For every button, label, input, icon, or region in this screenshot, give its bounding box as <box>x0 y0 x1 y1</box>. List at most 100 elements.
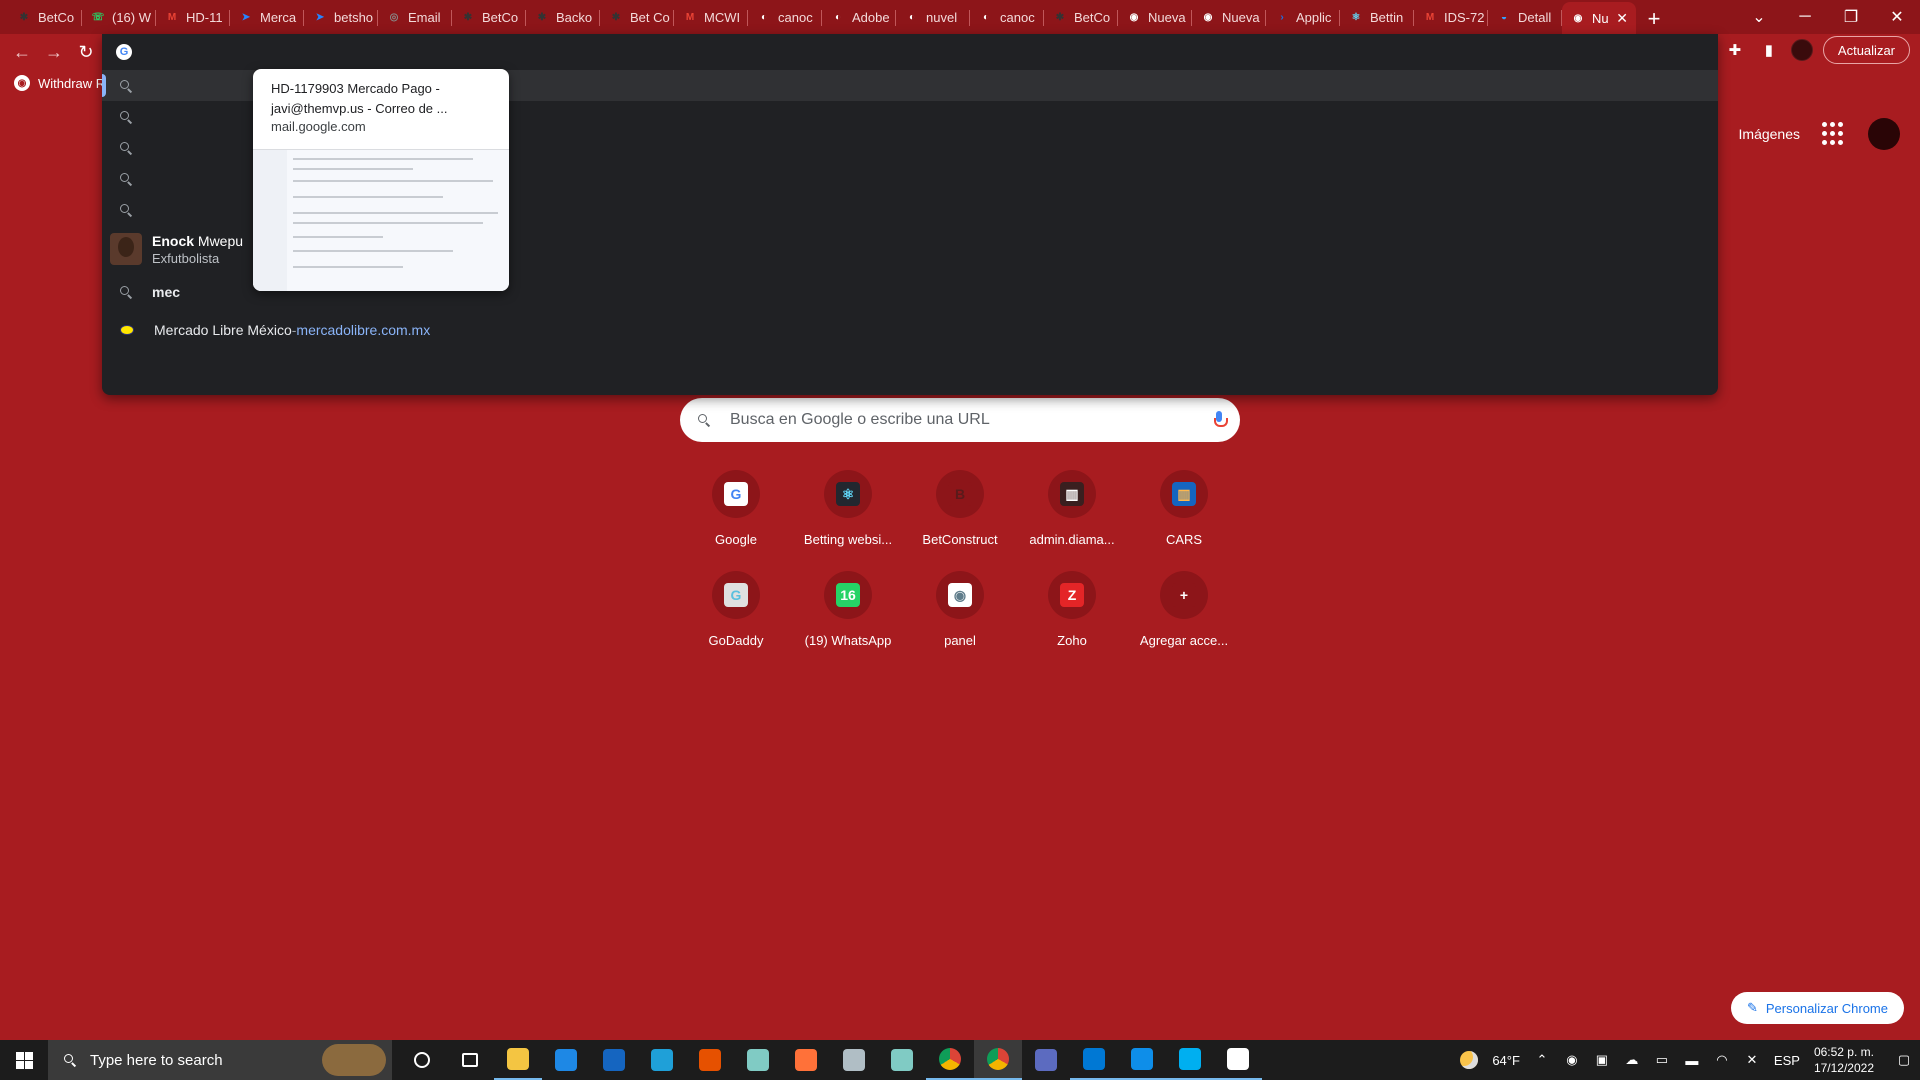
browser-tab[interactable]: M MCWI <box>674 2 748 32</box>
shortcut-tile[interactable]: G Google <box>680 470 792 547</box>
taskbar-app-skype-icon[interactable] <box>1166 1040 1214 1080</box>
shortcut-tile[interactable]: ◉ panel <box>904 571 1016 648</box>
shortcut-tile[interactable]: + Agregar acce... <box>1128 571 1240 648</box>
weather-icon[interactable] <box>1460 1051 1479 1069</box>
taskbar-app-firefox-icon[interactable] <box>782 1040 830 1080</box>
taskbar-app-file-explorer-icon[interactable] <box>494 1040 542 1080</box>
reload-button[interactable]: ↻ <box>70 36 102 68</box>
ntp-search-input[interactable] <box>730 411 1214 429</box>
update-button[interactable]: Actualizar <box>1822 36 1910 64</box>
bookmark-favicon-icon: ◉ <box>14 75 30 91</box>
browser-tab[interactable]: ◐ nuvel <box>896 2 970 32</box>
taskbar-app-office-icon[interactable] <box>686 1040 734 1080</box>
forward-button[interactable]: → <box>38 36 70 68</box>
taskbar-search[interactable]: Type here to search <box>48 1040 392 1080</box>
taskbar-app-chrome-icon[interactable] <box>926 1040 974 1080</box>
customize-chrome-button[interactable]: ✎ Personalizar Chrome <box>1730 992 1904 1024</box>
browser-tab[interactable]: ⚛ Bettin <box>1340 2 1414 32</box>
google-account-avatar[interactable] <box>1868 118 1900 150</box>
taskbar-app-betconstruct-icon[interactable] <box>1214 1040 1262 1080</box>
battery-icon[interactable]: ▬ <box>1684 1052 1700 1068</box>
google-apps-icon[interactable] <box>1822 122 1846 146</box>
browser-tab[interactable]: ✱ BetCo <box>8 2 82 32</box>
tab-search-dropdown-icon[interactable]: ⌄ <box>1736 0 1782 34</box>
ntp-search-box[interactable] <box>680 398 1240 442</box>
profile-avatar[interactable] <box>1790 39 1813 61</box>
browser-tab[interactable]: › Applic <box>1266 2 1340 32</box>
tab-favicon-icon: ◐ <box>982 11 990 23</box>
new-tab-button[interactable]: + <box>1636 4 1672 34</box>
tab-favicon-icon: ☏ <box>91 11 105 23</box>
taskbar-app-notepad-2-icon[interactable] <box>878 1040 926 1080</box>
meet-now-icon[interactable]: ▣ <box>1594 1052 1610 1068</box>
display-icon[interactable]: ▭ <box>1654 1052 1670 1068</box>
record-icon[interactable]: ◉ <box>1564 1052 1580 1068</box>
close-window-button[interactable]: ✕ <box>1874 0 1920 34</box>
taskbar-app-edge-icon[interactable] <box>638 1040 686 1080</box>
search-highlight-image <box>322 1044 386 1076</box>
tab-favicon-icon: ➤ <box>241 11 251 23</box>
taskbar-app-chrome-active-icon[interactable] <box>974 1040 1022 1080</box>
browser-tab[interactable]: ✱ BetCo <box>1044 2 1118 32</box>
shortcut-tile[interactable]: ⚛ Betting websi... <box>792 470 904 547</box>
browser-tab[interactable]: ✱ Bet Co <box>600 2 674 32</box>
shortcut-tile[interactable]: Z Zoho <box>1016 571 1128 648</box>
browser-tab[interactable]: M IDS-72 <box>1414 2 1488 32</box>
suggestion-query-text: mec <box>152 284 181 300</box>
restore-button[interactable]: ❐ <box>1828 0 1874 34</box>
browser-tab[interactable]: ◉ Nueva <box>1118 2 1192 32</box>
microphone-icon[interactable] <box>1214 411 1228 429</box>
taskbar-app-task-view-icon[interactable] <box>446 1040 494 1080</box>
tab-strip: ✱ BetCo ☏ (16) W M HD-11 ➤ Merca ➤ betsho ◎ Email ✱ B… <box>0 0 1920 34</box>
notifications-icon[interactable]: ▢ <box>1896 1052 1912 1068</box>
entity-subtitle: Exfutbolista <box>152 250 220 266</box>
browser-tab[interactable]: ◎ Email <box>378 2 452 32</box>
browser-tab[interactable]: ◐ canoc <box>970 2 1044 32</box>
shortcut-icon: ◉ <box>936 571 984 619</box>
images-link[interactable]: Imágenes <box>1739 126 1800 142</box>
browser-tab[interactable]: ◉ Nueva <box>1192 2 1266 32</box>
minimize-button[interactable]: ─ <box>1782 0 1828 34</box>
browser-tab[interactable]: M HD-11 <box>156 2 230 32</box>
browser-tab[interactable]: ✱ BetCo <box>452 2 526 32</box>
taskbar-app-notepad-icon[interactable] <box>734 1040 782 1080</box>
omnibox-input-row[interactable]: G <box>102 34 1718 70</box>
back-button[interactable]: ← <box>6 36 38 68</box>
taskbar-app-vscode-icon[interactable] <box>1070 1040 1118 1080</box>
taskbar-app-store-icon[interactable] <box>542 1040 590 1080</box>
browser-tab[interactable]: ◉ Nu ✕ <box>1562 2 1636 34</box>
wifi-icon[interactable]: ◠ <box>1714 1052 1730 1068</box>
taskbar-app-cortana-icon[interactable] <box>398 1040 446 1080</box>
browser-tab[interactable]: ➤ Merca <box>230 2 304 32</box>
shortcut-tile[interactable]: B BetConstruct <box>904 470 1016 547</box>
entity-photo <box>110 233 142 265</box>
suggestion-site[interactable]: Mercado Libre México - mercadolibre.com.… <box>102 311 1718 349</box>
chevron-up-icon[interactable]: ⌃ <box>1534 1052 1550 1068</box>
browser-tab[interactable]: ◐ canoc <box>748 2 822 32</box>
weather-temperature[interactable]: 64°F <box>1492 1053 1520 1068</box>
shortcut-tile[interactable]: ▥ admin.diama... <box>1016 470 1128 547</box>
side-panel-icon[interactable]: ▮ <box>1757 38 1781 62</box>
shortcut-tile[interactable]: G GoDaddy <box>680 571 792 648</box>
browser-tab[interactable]: ☏ (16) W <box>82 2 156 32</box>
clock[interactable]: 06:52 p. m. 17/12/2022 <box>1814 1044 1874 1076</box>
search-icon <box>118 109 134 125</box>
browser-tab[interactable]: ✱ Backo <box>526 2 600 32</box>
taskbar-app-mail-icon[interactable] <box>590 1040 638 1080</box>
shortcut-icon: ▥ <box>1048 470 1096 518</box>
browser-tab[interactable]: ◐ Adobe <box>822 2 896 32</box>
extensions-icon[interactable]: ✚ <box>1723 38 1747 62</box>
browser-tab[interactable]: ➤ betsho <box>304 2 378 32</box>
onedrive-icon[interactable]: ☁ <box>1624 1052 1640 1068</box>
taskbar-app-calculator-icon[interactable] <box>1022 1040 1070 1080</box>
volume-muted-icon[interactable]: ✕ <box>1744 1052 1760 1068</box>
start-button[interactable] <box>0 1040 48 1080</box>
shortcut-tile[interactable]: ▥ CARS <box>1128 470 1240 547</box>
tab-title: Nueva <box>1148 9 1186 25</box>
browser-tab[interactable]: ◒ Detall <box>1488 2 1562 32</box>
language-indicator[interactable]: ESP <box>1774 1053 1800 1068</box>
taskbar-app-teamviewer-icon[interactable] <box>1118 1040 1166 1080</box>
shortcut-tile[interactable]: 16 (19) WhatsApp <box>792 571 904 648</box>
taskbar-app-app-window-icon[interactable] <box>830 1040 878 1080</box>
close-tab-icon[interactable]: ✕ <box>1616 10 1628 27</box>
